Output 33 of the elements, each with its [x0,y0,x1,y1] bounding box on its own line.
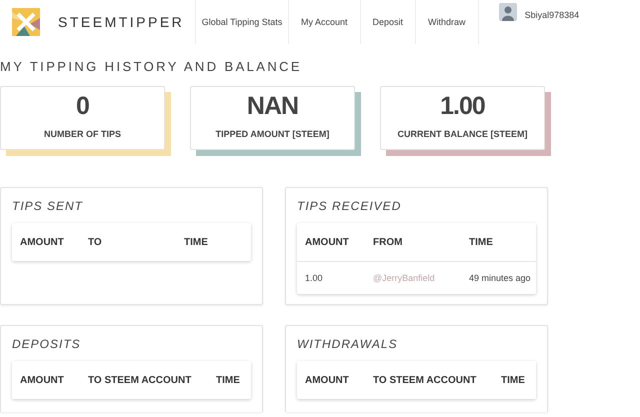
stat-label: CURRENT BALANCE [STEEM] [398,129,528,139]
panel-title: TIPS SENT [12,199,84,213]
nav-link[interactable]: My Account [289,0,361,44]
panel-title: DEPOSITS [12,337,82,351]
user-name[interactable]: Sbiyal978384 [524,10,580,20]
stat-value: NAN [246,91,298,121]
column-header: AMOUNT [12,361,80,399]
nav-link[interactable]: Deposit [360,0,416,44]
stat-label: TIPPED AMOUNT [STEEM] [216,129,330,139]
avatar-icon[interactable] [498,3,517,21]
column-header: TIME [493,361,536,399]
column-header: TO STEEM ACCOUNT [80,361,208,399]
stat-value: 1.00 [440,91,485,121]
logo-icon [12,8,40,36]
column-header: TO [80,223,176,261]
column-header: FROM [365,223,461,262]
table-cell: 49 minutes ago [461,262,536,294]
stat-value: 0 [76,91,89,121]
column-header: AMOUNT [297,361,365,399]
stat-label: NUMBER OF TIPS [44,129,121,139]
nav-link[interactable]: Withdraw [416,0,479,44]
column-header: AMOUNT [12,223,80,261]
nav-link[interactable]: Global Tipping Stats [196,0,289,44]
brand-name[interactable]: STEEMTIPPER [58,14,184,30]
panel-title: WITHDRAWALS [297,337,399,351]
column-header: TIME [461,223,536,262]
column-header: TO STEEM ACCOUNT [365,361,493,399]
page-title: MY TIPPING HISTORY AND BALANCE [0,59,303,76]
column-header: TIME [176,223,251,261]
panel-title: TIPS RECEIVED [297,199,402,213]
column-header: AMOUNT [297,223,365,262]
table-cell: 1.00 [297,262,365,294]
column-header: TIME [208,361,251,399]
